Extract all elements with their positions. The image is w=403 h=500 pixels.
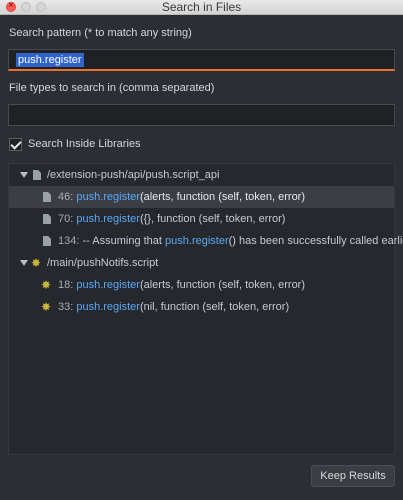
result-line-text: 33: push.register(nil, function (self, t…	[58, 301, 290, 313]
result-item-row[interactable]: 70: push.register({}, function (self, to…	[9, 208, 394, 230]
result-line-text: 18: push.register(alerts, function (self…	[58, 279, 306, 291]
keep-results-button[interactable]: Keep Results	[311, 465, 395, 487]
search-libraries-label[interactable]: Search Inside Libraries	[28, 138, 141, 150]
result-group-row[interactable]: ✸ /main/pushNotifs.script	[9, 252, 394, 274]
expand-arrow-icon[interactable]	[20, 260, 28, 266]
expand-arrow-icon[interactable]	[20, 172, 28, 178]
result-group-path: /extension-push/api/push.script_api	[47, 169, 220, 181]
script-gear-icon: ✸	[41, 300, 52, 314]
result-item-row[interactable]: ✸ 18: push.register(alerts, function (se…	[9, 274, 394, 296]
search-pattern-label: Search pattern (* to match any string)	[9, 27, 192, 39]
results-tree[interactable]: /extension-push/api/push.script_api 46: …	[8, 163, 403, 455]
file-icon	[43, 192, 51, 202]
file-types-input[interactable]	[9, 105, 394, 125]
file-types-label: File types to search in (comma separated…	[9, 82, 215, 94]
result-item-row[interactable]: 134: -- Assuming that push.register() ha…	[9, 230, 403, 252]
script-gear-icon: ✸	[31, 256, 42, 270]
result-line-text: 46: push.register(alerts, function (self…	[58, 191, 306, 203]
result-line-text: 70: push.register({}, function (self, to…	[58, 213, 286, 225]
result-group-path: /main/pushNotifs.script	[47, 257, 159, 269]
result-group-row[interactable]: /extension-push/api/push.script_api	[9, 164, 394, 186]
file-icon	[33, 170, 41, 180]
file-icon	[43, 236, 51, 246]
result-item-row[interactable]: 46: push.register(alerts, function (self…	[9, 186, 394, 208]
search-pattern-field[interactable]: push.register	[8, 49, 395, 71]
result-line-text: 134: -- Assuming that push.register() ha…	[58, 235, 403, 247]
file-types-field[interactable]	[8, 104, 395, 126]
title-bar: Search in Files	[0, 0, 403, 15]
search-pattern-value[interactable]: push.register	[16, 53, 84, 67]
file-icon	[43, 214, 51, 224]
window-title: Search in Files	[161, 0, 242, 14]
result-item-row[interactable]: ✸ 33: push.register(nil, function (self,…	[9, 296, 394, 318]
search-libraries-checkbox[interactable]	[9, 138, 22, 151]
script-gear-icon: ✸	[41, 278, 52, 292]
